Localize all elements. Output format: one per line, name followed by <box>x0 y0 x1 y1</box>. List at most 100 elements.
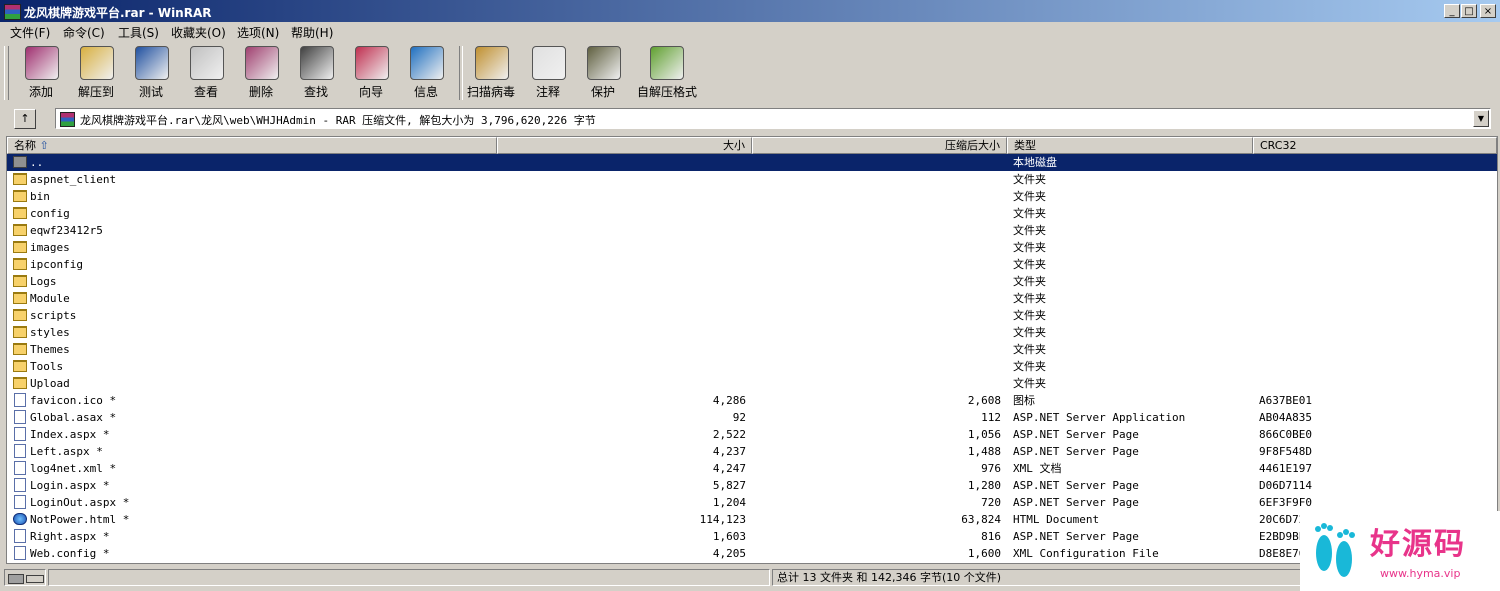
toolbar-button-test-checkmark[interactable]: 测试 <box>124 43 178 101</box>
cell-name: Tools <box>30 360 64 373</box>
address-field[interactable]: 龙风棋牌游戏平台.rar\龙风\web\WHJHAdmin - RAR 压缩文件… <box>55 108 1491 129</box>
file-row[interactable]: favicon.ico * 4,286 2,608 图标 A637BE01 <box>7 392 1497 409</box>
cell-packed: 112 <box>981 411 1001 424</box>
find-binoculars-icon <box>300 46 334 80</box>
minimize-button[interactable]: _ <box>1444 4 1460 18</box>
cell-name: styles <box>30 326 70 339</box>
folder-row[interactable]: Module 文件夹 <box>7 290 1497 307</box>
cell-type: 文件夹 <box>1013 173 1046 186</box>
toolbar-label: 向导 <box>358 85 383 99</box>
file-row[interactable]: log4net.xml * 4,247 976 XML 文档 4461E197 <box>7 460 1497 477</box>
file-row[interactable]: Login.aspx * 5,827 1,280 ASP.NET Server Pag… <box>7 477 1497 494</box>
toolbar-button-comment[interactable]: 注释 <box>521 43 575 101</box>
file-icon <box>14 529 26 543</box>
cell-packed: 1,280 <box>967 479 1001 492</box>
cell-name: eqwf23412r5 <box>30 224 103 237</box>
close-button[interactable]: × <box>1480 4 1496 18</box>
file-row[interactable]: Left.aspx * 4,237 1,488 ASP.NET Server Page… <box>7 443 1497 460</box>
menu-tools[interactable]: 工具(S) <box>118 24 159 41</box>
maximize-button[interactable]: □ <box>1461 4 1477 18</box>
cell-packed: 720 <box>981 496 1001 509</box>
cell-type: 文件夹 <box>1013 292 1046 305</box>
folder-row[interactable]: ipconfig 文件夹 <box>7 256 1497 273</box>
toolbar-button-find-binoculars[interactable]: 查找 <box>289 43 343 101</box>
file-row[interactable]: Index.aspx * 2,522 1,056 ASP.NET Server Pag… <box>7 426 1497 443</box>
menu-help[interactable]: 帮助(H) <box>291 24 333 41</box>
toolbar-button-info[interactable]: 信息 <box>399 43 453 101</box>
cell-packed: 63,824 <box>961 513 1001 526</box>
toolbar-label: 查看 <box>193 85 218 99</box>
toolbar-button-virus-scan[interactable]: 扫描病毒 <box>464 43 518 101</box>
menu-commands[interactable]: 命令(C) <box>63 24 105 41</box>
file-list[interactable]: 名称 ⇧ 大小 压缩后大小 类型 CRC32 .. 本地磁盘 aspnet_clie… <box>6 136 1498 564</box>
folder-row[interactable]: Tools 文件夹 <box>7 358 1497 375</box>
folder-row[interactable]: images 文件夹 <box>7 239 1497 256</box>
test-checkmark-icon <box>135 46 169 80</box>
cell-type: HTML Document <box>1013 513 1100 526</box>
toolbar-button-delete-recycle[interactable]: 删除 <box>234 43 288 101</box>
folder-row[interactable]: scripts 文件夹 <box>7 307 1497 324</box>
column-header-crc[interactable]: CRC32 <box>1253 137 1497 154</box>
menu-options[interactable]: 选项(N) <box>237 24 279 41</box>
column-header-size[interactable]: 大小 <box>497 137 752 154</box>
toolbar: 添加 解压到 测试 查看 删除 查找 向导 信息 扫描病毒 注释 保护 自解压格式 <box>6 43 1496 103</box>
file-row[interactable]: Global.asax * 92 112 ASP.NET Server Applica… <box>7 409 1497 426</box>
toolbar-button-sfx[interactable]: 自解压格式 <box>631 43 703 101</box>
file-row[interactable]: LoginOut.aspx * 1,204 720 ASP.NET Server Pa… <box>7 494 1497 511</box>
column-header-packed[interactable]: 压缩后大小 <box>752 137 1007 154</box>
folder-row[interactable]: aspnet_client 文件夹 <box>7 171 1497 188</box>
folder-row[interactable]: Logs 文件夹 <box>7 273 1497 290</box>
status-bar: 总计 13 文件夹 和 142,346 字节(10 个文件) <box>0 568 1500 589</box>
toolbar-button-wizard[interactable]: 向导 <box>344 43 398 101</box>
cell-name: Login.aspx * <box>30 479 110 492</box>
protect-shield-icon <box>587 46 621 80</box>
folder-icon <box>13 292 27 304</box>
column-header-name[interactable]: 名称 ⇧ <box>7 137 497 154</box>
cell-name: Upload <box>30 377 70 390</box>
file-icon <box>14 444 26 458</box>
cell-name: aspnet_client <box>30 173 117 186</box>
cell-size: 92 <box>732 411 746 424</box>
up-folder-button[interactable]: ↑ <box>14 109 36 129</box>
folder-row[interactable]: config 文件夹 <box>7 205 1497 222</box>
folder-row[interactable]: .. 本地磁盘 <box>7 154 1497 171</box>
cell-type: 文件夹 <box>1013 258 1046 271</box>
folder-icon <box>13 275 27 287</box>
cell-name: scripts <box>30 309 77 322</box>
cell-name: config <box>30 207 70 220</box>
cell-crc: 6EF3F9F0 <box>1259 496 1312 509</box>
menu-file[interactable]: 文件(F) <box>10 24 50 41</box>
folder-row[interactable]: Upload 文件夹 <box>7 375 1497 392</box>
cell-crc: E2BD9BE <box>1259 530 1306 543</box>
cell-type: ASP.NET Server Page <box>1013 428 1139 441</box>
cell-size: 4,247 <box>712 462 746 475</box>
key-icon <box>26 575 44 583</box>
folder-row[interactable]: Themes 文件夹 <box>7 341 1497 358</box>
toolbar-label: 自解压格式 <box>636 85 697 99</box>
cell-crc: D06D7114 <box>1259 479 1312 492</box>
toolbar-button-add-books[interactable]: 添加 <box>14 43 68 101</box>
toolbar-button-view-glasses[interactable]: 查看 <box>179 43 233 101</box>
cell-type: 文件夹 <box>1013 360 1046 373</box>
folder-row[interactable]: eqwf23412r5 文件夹 <box>7 222 1497 239</box>
toolbar-button-extract-folder[interactable]: 解压到 <box>69 43 123 101</box>
cell-crc: 866C0BE0 <box>1259 428 1312 441</box>
status-selection <box>48 569 770 586</box>
cell-crc: A637BE01 <box>1259 394 1312 407</box>
folder-icon <box>13 190 27 202</box>
folder-row[interactable]: styles 文件夹 <box>7 324 1497 341</box>
chevron-down-icon[interactable]: ▼ <box>1473 110 1489 127</box>
cell-type: 文件夹 <box>1013 377 1046 390</box>
folder-icon <box>13 207 27 219</box>
folder-row[interactable]: bin 文件夹 <box>7 188 1497 205</box>
column-header-type[interactable]: 类型 <box>1007 137 1253 154</box>
cell-size: 114,123 <box>699 513 746 526</box>
file-row[interactable]: NotPower.html * 114,123 63,824 HTML Documen… <box>7 511 1497 528</box>
file-row[interactable]: Web.config * 4,205 1,600 XML Configuration … <box>7 545 1497 562</box>
cell-size: 4,286 <box>712 394 746 407</box>
cell-type: ASP.NET Server Page <box>1013 496 1139 509</box>
cell-name: Index.aspx * <box>30 428 110 441</box>
file-row[interactable]: Right.aspx * 1,603 816 ASP.NET Server Page E… <box>7 528 1497 545</box>
menu-favorites[interactable]: 收藏夹(O) <box>171 24 226 41</box>
toolbar-button-protect-shield[interactable]: 保护 <box>576 43 630 101</box>
